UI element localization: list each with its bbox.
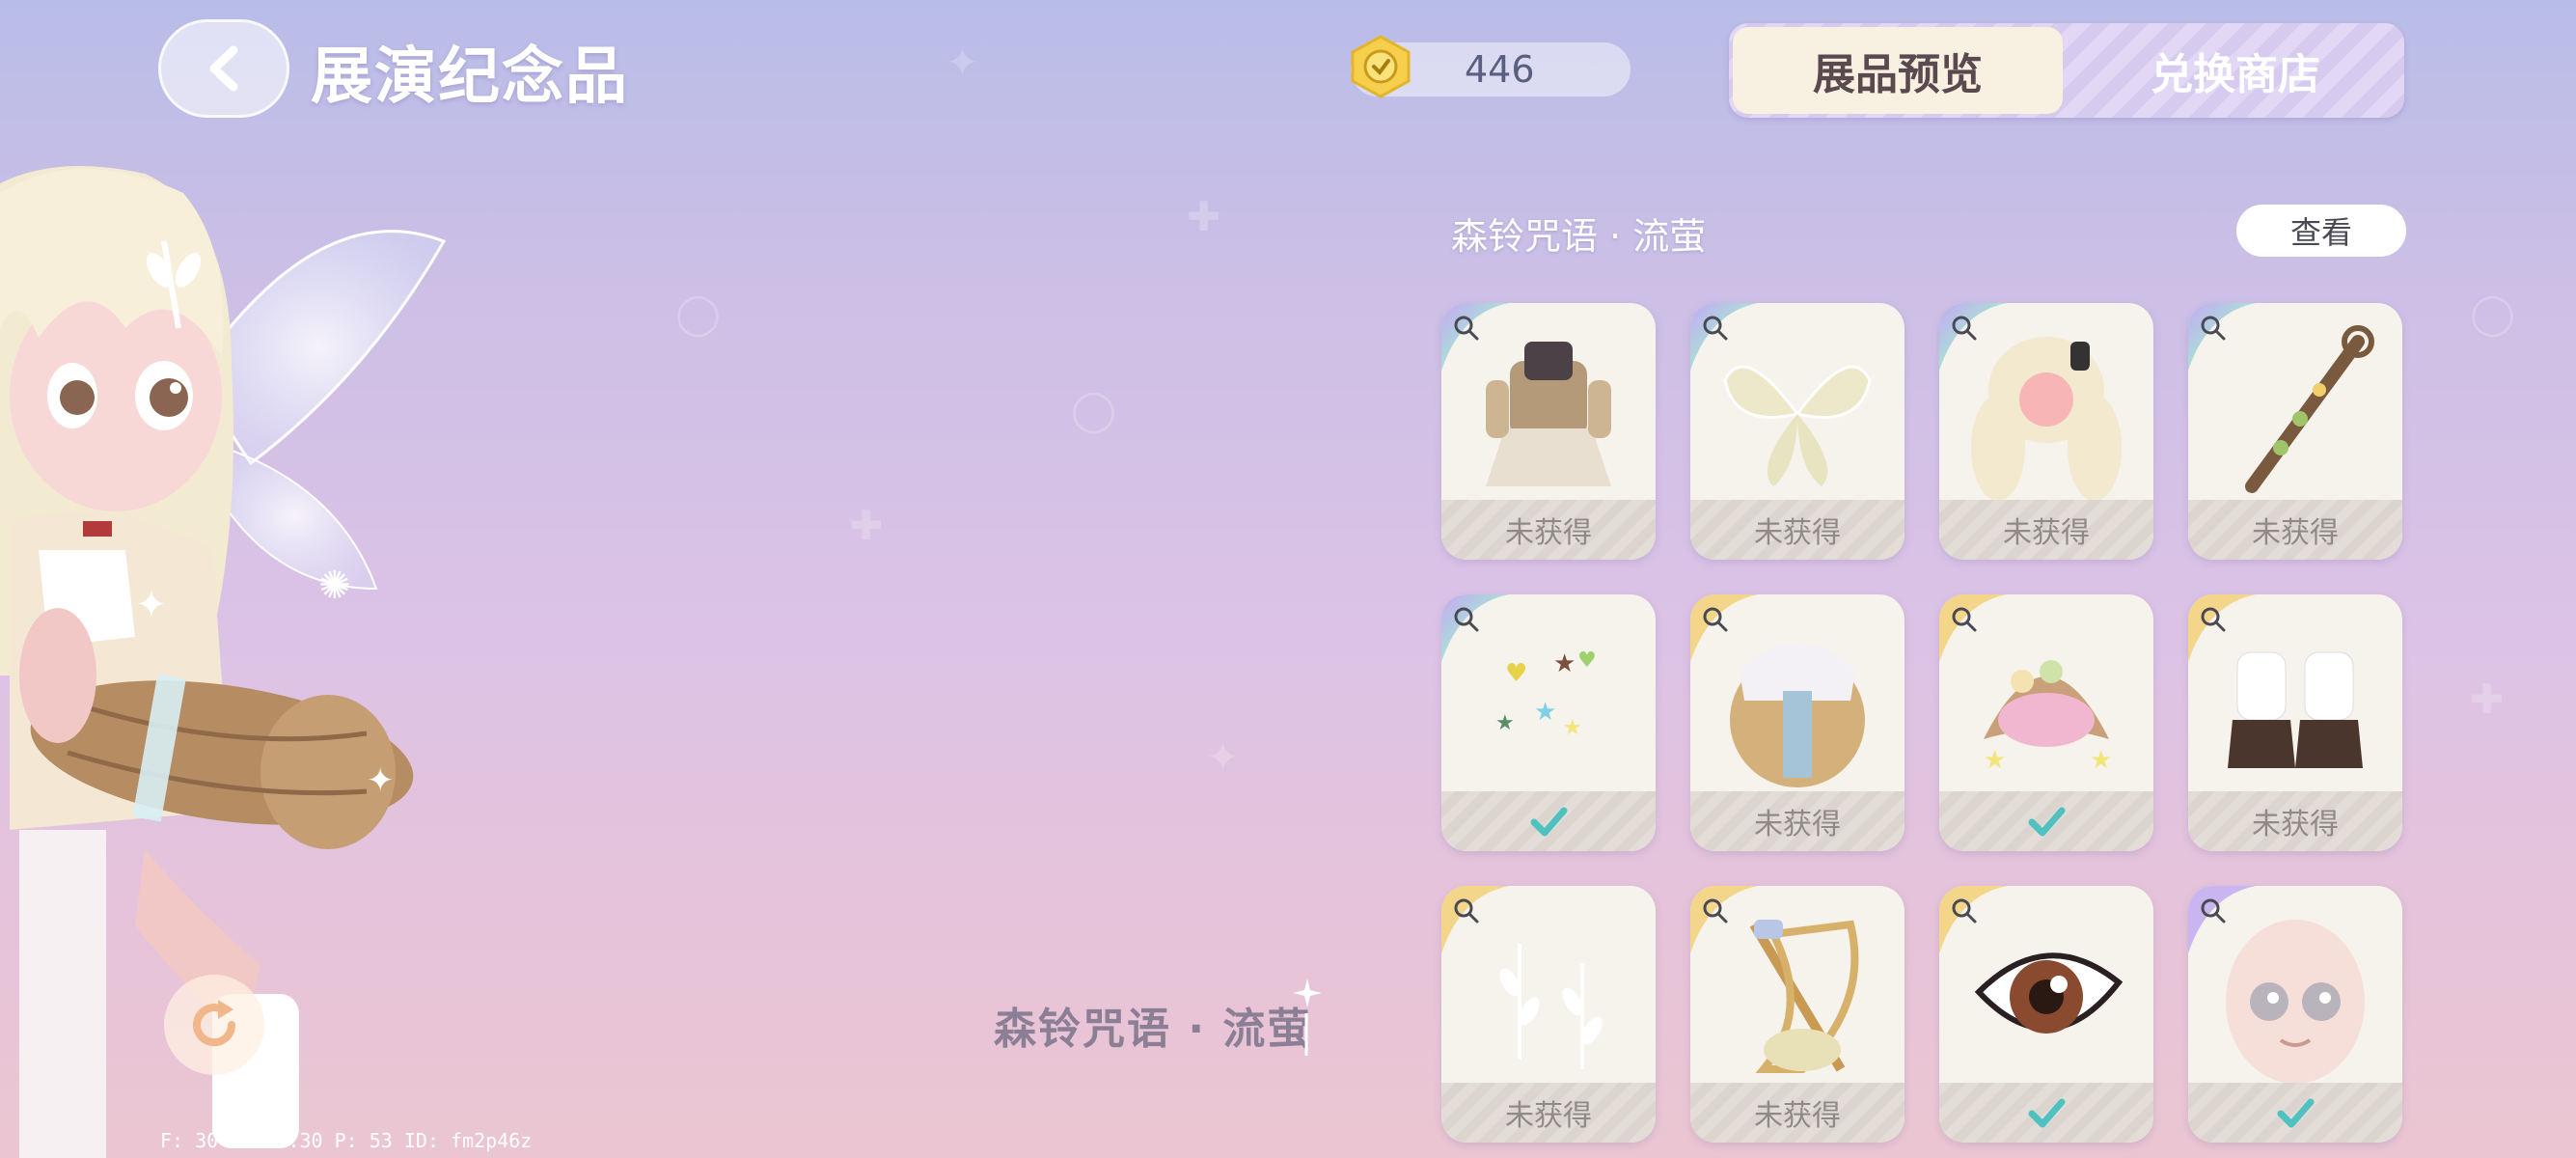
leaf-tattoo-icon xyxy=(1499,944,1603,1069)
not-obtained-status: 未获得 xyxy=(1441,1083,1656,1143)
not-obtained-status: 未获得 xyxy=(1690,1083,1905,1143)
tab-exchange-shop[interactable]: 兑换商店 xyxy=(2070,27,2400,114)
item-card[interactable]: ★ ★ xyxy=(1939,594,2153,851)
set-title: 森铃咒语 · 流萤 xyxy=(1451,215,1707,258)
svg-text:★: ★ xyxy=(1563,716,1582,740)
svg-text:★: ★ xyxy=(2090,746,2112,775)
back-button[interactable] xyxy=(158,19,289,118)
rotate-button[interactable] xyxy=(164,975,264,1075)
page-title: 展演纪念品 xyxy=(311,41,629,113)
owned-status xyxy=(1939,1083,2153,1143)
checkmark-icon xyxy=(1530,807,1568,837)
twin-tail-hair-icon xyxy=(1971,337,2122,501)
owned-status xyxy=(1939,791,2153,851)
background-decoration: ◯ xyxy=(675,290,722,337)
owned-status xyxy=(1441,791,1656,851)
background-decoration: ✦ xyxy=(1206,733,1241,781)
brown-eye-icon xyxy=(1974,952,2124,1034)
svg-text:✦: ✦ xyxy=(135,583,168,627)
not-obtained-status: 未获得 xyxy=(1939,500,2153,560)
sparkle-icon xyxy=(1293,979,1322,1056)
svg-text:✦: ✦ xyxy=(367,761,395,800)
background-decoration: ✚ xyxy=(2470,676,2505,723)
harp-instrument-icon xyxy=(1749,920,1859,1073)
checkmark-icon xyxy=(2028,807,2066,837)
svg-text:★: ★ xyxy=(1984,746,2006,775)
svg-text:♥: ♥ xyxy=(1577,648,1597,673)
item-card[interactable]: ♥ ★ ♥ ★ ★ ★ xyxy=(1441,594,1656,851)
flower-hat-icon: ★ ★ xyxy=(1984,660,2112,775)
vine-staff-icon xyxy=(2245,325,2374,493)
svg-text:★: ★ xyxy=(1553,649,1576,678)
chevron-left-icon xyxy=(209,45,238,92)
currency-display: 446 xyxy=(1351,35,1631,98)
item-card[interactable]: 未获得 xyxy=(2188,303,2402,560)
debug-stats: F: 30 T: 54.30 P: 53 ID: fm2p46z xyxy=(160,1129,533,1152)
view-button[interactable]: 查看 xyxy=(2236,205,2406,257)
ribbon-shoes-icon xyxy=(2228,651,2363,768)
item-card[interactable]: 未获得 xyxy=(2188,594,2402,851)
long-hair-bonnet-icon xyxy=(1730,643,1865,787)
star-sparkles-icon: ♥ ★ ♥★ ★★ xyxy=(1495,648,1597,740)
background-decoration: ✚ xyxy=(1187,193,1221,240)
currency-value: 446 xyxy=(1465,48,1535,91)
item-card[interactable]: 未获得 xyxy=(1690,303,1905,560)
svg-text:★: ★ xyxy=(1495,711,1515,735)
item-card[interactable]: 未获得 xyxy=(1939,303,2153,560)
rotate-icon xyxy=(193,1000,236,1047)
not-obtained-status: 未获得 xyxy=(1441,500,1656,560)
svg-text:✺: ✺ xyxy=(318,564,351,608)
item-card[interactable] xyxy=(1939,886,2153,1143)
not-obtained-status: 未获得 xyxy=(2188,791,2402,851)
item-card[interactable]: 未获得 xyxy=(1441,303,1656,560)
background-decoration: ✚ xyxy=(849,502,884,549)
ticket-coin-icon xyxy=(1351,35,1411,98)
tab-bar: 展品预览 兑换商店 xyxy=(1729,23,2404,118)
item-card[interactable]: 未获得 xyxy=(1690,594,1905,851)
not-obtained-status: 未获得 xyxy=(1690,500,1905,560)
tab-exhibit-preview[interactable]: 展品预览 xyxy=(1733,27,2063,114)
not-obtained-status: 未获得 xyxy=(2188,500,2402,560)
item-card[interactable]: 未获得 xyxy=(1690,886,1905,1143)
owned-status xyxy=(2188,1083,2402,1143)
background-decoration: ◯ xyxy=(1071,386,1117,433)
svg-text:♥: ♥ xyxy=(1505,659,1527,688)
fairy-wings-icon xyxy=(1723,365,1872,486)
background-decoration: ✦ xyxy=(945,39,980,86)
item-card[interactable]: 未获得 xyxy=(1441,886,1656,1143)
outfit-dress-icon xyxy=(1486,342,1611,486)
checkmark-icon xyxy=(2028,1098,2066,1128)
outfit-name-label: 森铃咒语 · 流萤 xyxy=(994,1005,1312,1054)
checkmark-icon xyxy=(2277,1098,2315,1128)
not-obtained-status: 未获得 xyxy=(1690,791,1905,851)
face-makeup-icon xyxy=(2226,920,2365,1084)
item-card[interactable] xyxy=(2188,886,2402,1143)
svg-text:★: ★ xyxy=(1534,698,1556,727)
background-decoration: ◯ xyxy=(2470,290,2516,337)
